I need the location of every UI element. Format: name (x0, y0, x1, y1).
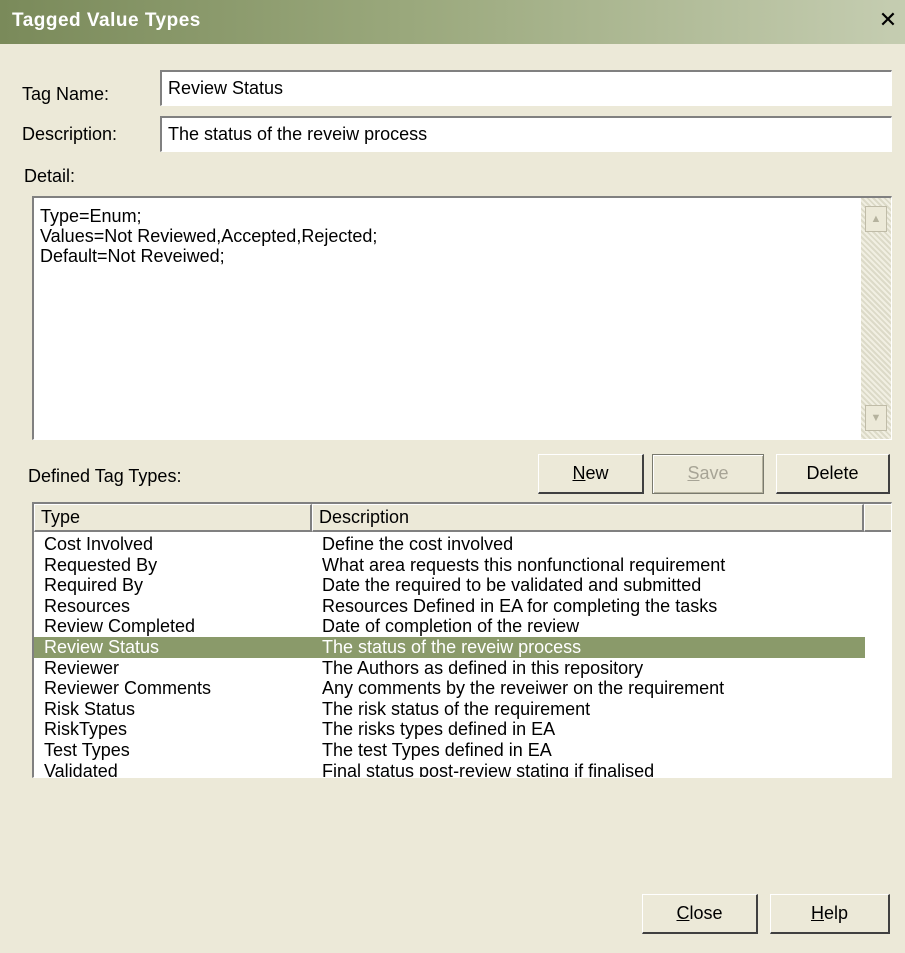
cell-description: The test Types defined in EA (322, 739, 552, 760)
tag-types-list[interactable]: Type Description Cost Involved Define the… (32, 502, 892, 778)
close-icon[interactable]: ✕ (875, 8, 901, 34)
cell-type: Resources (44, 595, 131, 616)
table-row[interactable]: Validated Final status post-review statin… (34, 760, 891, 778)
table-row[interactable]: Review Completed Date of completion of th… (34, 616, 891, 637)
defined-tag-types-label: Defined Tag Types: (28, 466, 182, 486)
cell-description: Date the required to be validated and su… (322, 575, 702, 596)
description-label: Description: (22, 124, 118, 144)
cell-description: Define the cost involved (322, 534, 514, 554)
list-rows: Cost Involved Define the cost involved Req… (34, 534, 891, 778)
column-header-description[interactable]: Description (312, 504, 864, 532)
cell-type: Review Completed (44, 616, 196, 637)
new-button[interactable]: New (538, 454, 644, 494)
table-row[interactable]: Cost Involved Define the cost involved (34, 534, 891, 555)
scroll-up-arrow-icon[interactable]: ▲ (865, 206, 887, 232)
cell-description: The status of the reveiw process (322, 636, 582, 657)
close-button[interactable]: Close (642, 894, 758, 934)
column-header-filler (864, 504, 891, 532)
cell-description: Final status post-review stating if fina… (322, 760, 655, 778)
cell-type: Reviewer Comments (44, 678, 212, 699)
window-title: Tagged Value Types (12, 10, 201, 31)
save-button[interactable]: Save (652, 454, 764, 494)
cell-description: The risk status of the requirement (322, 698, 591, 719)
cell-description: What area requests this nonfunctional re… (322, 554, 726, 575)
tag-name-field[interactable]: Review Status (160, 70, 892, 106)
title-bar[interactable]: Tagged Value Types ✕ (0, 0, 905, 44)
cell-description: The risks types defined in EA (322, 719, 556, 740)
delete-button[interactable]: Delete (776, 454, 890, 494)
table-row[interactable]: Resources Resources Defined in EA for com… (34, 596, 891, 617)
save-mnemonic: S (687, 463, 700, 483)
table-row[interactable]: Required By Date the required to be valid… (34, 575, 891, 596)
detail-text[interactable]: Type=Enum; Values=Not Reviewed,Accepted,… (40, 206, 857, 435)
cell-type: Reviewer (44, 657, 120, 678)
table-row[interactable]: RiskTypes The risks types defined in EA (34, 719, 891, 740)
tagged-value-types-dialog: Tagged Value Types ✕ Tag Name: Review St… (0, 0, 905, 953)
table-row[interactable]: Risk Status The risk status of the requir… (34, 699, 891, 720)
help-button[interactable]: Help (770, 894, 890, 934)
scroll-down-arrow-icon[interactable]: ▼ (865, 405, 887, 431)
detail-label: Detail: (24, 166, 76, 186)
new-mnemonic: N (572, 463, 586, 483)
cell-type: RiskTypes (44, 719, 128, 740)
close-mnemonic: C (676, 903, 690, 923)
new-label: ew (585, 463, 609, 483)
description-field[interactable]: The status of the reveiw process (160, 116, 892, 152)
close-label: lose (689, 903, 723, 923)
tag-name-label: Tag Name: (22, 84, 110, 104)
save-label: ave (699, 463, 729, 483)
cell-description: The Authors as defined in this repositor… (322, 657, 644, 678)
column-header-type[interactable]: Type (34, 504, 312, 532)
table-row[interactable]: Reviewer Comments Any comments by the rev… (34, 678, 891, 699)
list-header: Type Description (34, 504, 891, 532)
cell-type: Requested By (44, 554, 158, 575)
cell-description: Resources Defined in EA for completing t… (322, 595, 718, 616)
detail-textarea[interactable]: Type=Enum; Values=Not Reviewed,Accepted,… (32, 196, 892, 440)
cell-description: Date of completion of the review (322, 616, 580, 637)
cell-type: Risk Status (44, 698, 136, 719)
cell-type: Review Status (44, 636, 160, 657)
cell-type: Cost Involved (44, 534, 154, 554)
table-row[interactable]: Reviewer The Authors as defined in this r… (34, 658, 891, 679)
table-row[interactable]: Test Types The test Types defined in EA (34, 740, 891, 761)
cell-type: Validated (44, 760, 118, 778)
help-mnemonic: H (810, 903, 824, 923)
help-label: elp (823, 903, 849, 923)
cell-type: Required By (44, 575, 144, 596)
cell-description: Any comments by the reveiwer on the requ… (322, 678, 725, 699)
table-row[interactable]: Review Status The status of the reveiw pr… (34, 636, 865, 658)
cell-type: Test Types (44, 739, 130, 760)
table-row[interactable]: Requested By What area requests this nonf… (34, 555, 891, 576)
detail-scrollbar[interactable]: ▲ ▼ (861, 198, 891, 439)
